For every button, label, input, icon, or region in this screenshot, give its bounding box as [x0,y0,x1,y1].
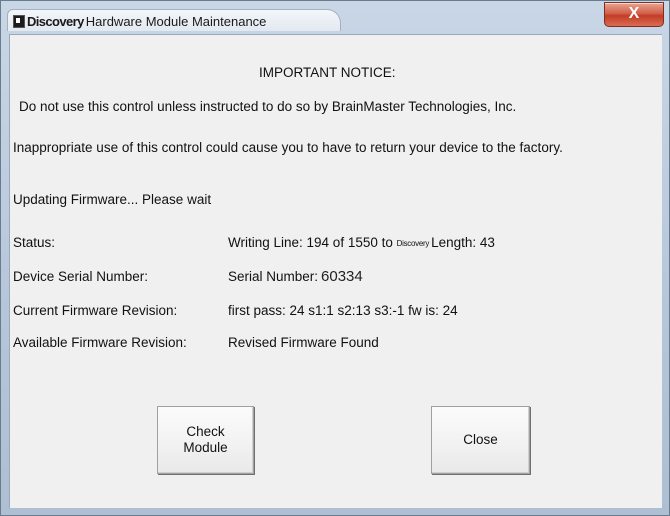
maintenance-dialog: Discovery Hardware Module Maintenance X I… [0,0,670,516]
available-firmware-label: Available Firmware Revision: [13,335,187,350]
notice-heading: IMPORTANT NOTICE: [259,65,396,80]
serial-prefix: Serial Number: [228,269,319,284]
notice-line-1: Do not use this control unless instructe… [19,99,517,114]
close-icon: X [628,5,640,22]
serial-value-row: Serial Number: 60334 [228,268,363,285]
status-prefix: Writing Line: 194 of 1550 to [228,235,393,250]
current-firmware-label: Current Firmware Revision: [13,303,178,318]
serial-label: Device Serial Number: [13,269,149,284]
status-brand: Discovery [396,239,430,248]
check-module-button[interactable]: Check Module [157,406,254,474]
serial-number: 60334 [321,268,363,285]
dialog-body: IMPORTANT NOTICE: Do not use this contro… [9,34,662,508]
progress-message: Updating Firmware... Please wait [13,192,212,207]
close-window-button[interactable]: X [604,2,664,27]
app-icon[interactable] [13,15,25,28]
title-rest: Hardware Module Maintenance [85,14,267,29]
status-suffix: Length: 43 [431,235,495,250]
close-button[interactable]: Close [431,406,530,474]
status-label: Status: [13,235,56,250]
status-value: Writing Line: 194 of 1550 to Discovery Le… [228,235,495,250]
title-bar[interactable]: Discovery Hardware Module Maintenance X [1,1,669,34]
notice-line-2: Inappropriate use of this control could … [13,140,563,155]
window-title: Discovery Hardware Module Maintenance [27,14,266,29]
title-brand: Discovery [27,14,84,29]
current-firmware-value: first pass: 24 s1:1 s2:13 s3:-1 fw is: 2… [228,303,458,318]
available-firmware-value: Revised Firmware Found [228,335,379,350]
